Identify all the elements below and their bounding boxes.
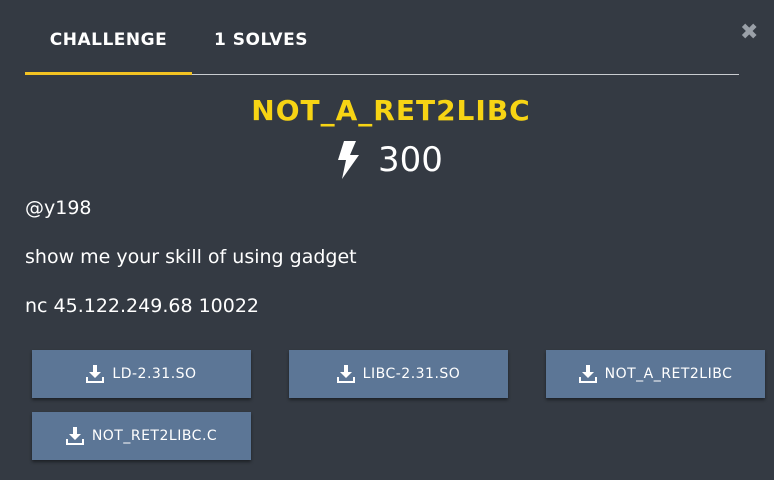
- tab-solves[interactable]: 1 Solves: [214, 30, 308, 72]
- challenge-points: 300: [335, 140, 443, 180]
- download-icon: [65, 427, 84, 445]
- file-label: NOT_A_RET2LIBC: [604, 366, 733, 382]
- download-icon: [336, 365, 355, 383]
- download-binary-button[interactable]: NOT_A_RET2LIBC: [546, 350, 765, 398]
- challenge-description: show me your skill of using gadget: [25, 246, 357, 268]
- bolt-icon: [338, 141, 359, 179]
- file-label: LIBC-2.31.SO: [362, 366, 461, 382]
- download-source-button[interactable]: NOT_RET2LIBC.C: [32, 412, 251, 460]
- file-label: LD-2.31.SO: [112, 366, 197, 382]
- download-libc-button[interactable]: LIBC-2.31.SO: [289, 350, 508, 398]
- challenge-author: @y198: [25, 197, 92, 219]
- modal-tabs: Challenge 1 Solves: [25, 30, 739, 75]
- download-icon: [86, 365, 105, 383]
- tab-challenge[interactable]: Challenge: [25, 30, 192, 75]
- challenge-title: not_a_ret2libc: [251, 94, 531, 127]
- points-value: 300: [378, 140, 443, 180]
- challenge-connection: nc 45.122.249.68 10022: [25, 295, 260, 317]
- download-icon: [578, 365, 597, 383]
- close-icon[interactable]: ✖: [740, 22, 758, 44]
- file-label: NOT_RET2LIBC.C: [91, 428, 218, 444]
- download-ld-button[interactable]: LD-2.31.SO: [32, 350, 251, 398]
